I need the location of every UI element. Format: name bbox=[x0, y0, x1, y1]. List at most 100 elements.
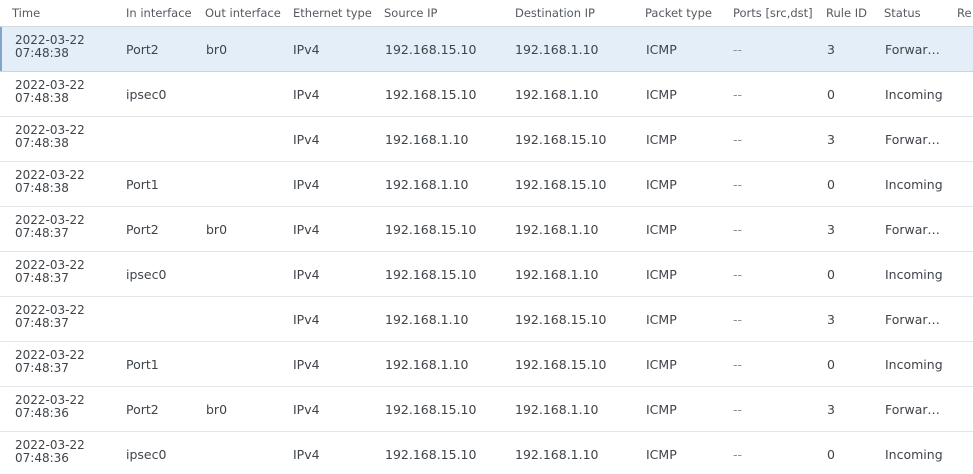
cell-rule-id: 0 bbox=[827, 177, 835, 192]
cell-destination-ip: 192.168.15.10 bbox=[515, 312, 607, 327]
column-header-ethernet-type[interactable]: Ethernet type bbox=[293, 6, 372, 20]
cell-rule-id: 0 bbox=[827, 87, 835, 102]
column-header-destination-ip[interactable]: Destination IP bbox=[515, 6, 595, 20]
column-header-reason[interactable]: Re bbox=[957, 6, 972, 20]
cell-source-ip: 192.168.1.10 bbox=[385, 357, 469, 372]
cell-time: 2022-03-22 07:48:36 bbox=[15, 394, 85, 420]
cell-time: 2022-03-22 07:48:37 bbox=[15, 214, 85, 240]
cell-ethernet-type: IPv4 bbox=[293, 177, 320, 192]
cell-ethernet-type: IPv4 bbox=[293, 312, 320, 327]
cell-ethernet-type: IPv4 bbox=[293, 222, 320, 237]
cell-source-ip: 192.168.1.10 bbox=[385, 132, 469, 147]
cell-rule-id: 3 bbox=[827, 402, 835, 417]
cell-status: Incoming bbox=[885, 87, 943, 102]
cell-time: 2022-03-22 07:48:38 bbox=[15, 34, 85, 60]
cell-in-interface: Port2 bbox=[126, 402, 159, 417]
cell-source-ip: 192.168.15.10 bbox=[385, 87, 477, 102]
table-row[interactable]: 2022-03-22 07:48:38 ipsec0 IPv4 192.168.15.1… bbox=[0, 72, 973, 117]
column-header-out-interface[interactable]: Out interface bbox=[205, 6, 281, 20]
cell-status: Forward... bbox=[885, 312, 945, 327]
cell-source-ip: 192.168.1.10 bbox=[385, 312, 469, 327]
cell-destination-ip: 192.168.1.10 bbox=[515, 447, 599, 462]
cell-time: 2022-03-22 07:48:38 bbox=[15, 79, 85, 105]
cell-ports: -- bbox=[733, 42, 743, 57]
cell-rule-id: 0 bbox=[827, 267, 835, 282]
cell-status: Forward... bbox=[885, 42, 945, 57]
cell-status: Incoming bbox=[885, 267, 943, 282]
cell-ports: -- bbox=[733, 357, 743, 372]
cell-status: Incoming bbox=[885, 447, 943, 462]
cell-out-interface: br0 bbox=[206, 222, 228, 237]
cell-ethernet-type: IPv4 bbox=[293, 267, 320, 282]
table-row[interactable]: 2022-03-22 07:48:37 Port2 br0 IPv4 192.168.15… bbox=[0, 207, 973, 252]
cell-in-interface: ipsec0 bbox=[126, 447, 167, 462]
cell-out-interface: br0 bbox=[206, 402, 228, 417]
cell-destination-ip: 192.168.1.10 bbox=[515, 87, 599, 102]
table-row[interactable]: 2022-03-22 07:48:37 ipsec0 IPv4 192.168.15.1… bbox=[0, 252, 973, 297]
table-row[interactable]: 2022-03-22 07:48:38 IPv4 192.168.1.10 192.16… bbox=[0, 117, 973, 162]
cell-packet-type: ICMP bbox=[646, 447, 677, 462]
cell-rule-id: 3 bbox=[827, 42, 835, 57]
cell-time-clock: 07:48:36 bbox=[15, 451, 69, 465]
table-row[interactable]: 2022-03-22 07:48:38 Port1 IPv4 192.168.1.10 1… bbox=[0, 162, 973, 207]
cell-source-ip: 192.168.1.10 bbox=[385, 177, 469, 192]
cell-time-clock: 07:48:37 bbox=[15, 271, 69, 285]
cell-packet-type: ICMP bbox=[646, 312, 677, 327]
cell-time: 2022-03-22 07:48:38 bbox=[15, 124, 85, 150]
column-header-source-ip[interactable]: Source IP bbox=[384, 6, 437, 20]
cell-ports: -- bbox=[733, 447, 743, 462]
packet-log-table: Time In interface Out interface Ethernet… bbox=[0, 0, 973, 474]
cell-in-interface: Port2 bbox=[126, 222, 159, 237]
cell-in-interface: ipsec0 bbox=[126, 87, 167, 102]
cell-ethernet-type: IPv4 bbox=[293, 402, 320, 417]
cell-ports: -- bbox=[733, 87, 743, 102]
table-row[interactable]: 2022-03-22 07:48:37 Port1 IPv4 192.168.1.10 1… bbox=[0, 342, 973, 387]
cell-rule-id: 3 bbox=[827, 312, 835, 327]
cell-rule-id: 3 bbox=[827, 222, 835, 237]
column-header-packet-type[interactable]: Packet type bbox=[645, 6, 712, 20]
cell-ports: -- bbox=[733, 177, 743, 192]
cell-time-clock: 07:48:38 bbox=[15, 46, 69, 60]
column-header-ports[interactable]: Ports [src,dst] bbox=[733, 6, 813, 20]
cell-destination-ip: 192.168.1.10 bbox=[515, 402, 599, 417]
cell-packet-type: ICMP bbox=[646, 87, 677, 102]
cell-source-ip: 192.168.15.10 bbox=[385, 222, 477, 237]
cell-time: 2022-03-22 07:48:37 bbox=[15, 259, 85, 285]
cell-time-clock: 07:48:37 bbox=[15, 361, 69, 375]
table-row[interactable]: 2022-03-22 07:48:36 ipsec0 IPv4 192.168.15.1… bbox=[0, 432, 973, 474]
cell-ports: -- bbox=[733, 267, 743, 282]
column-header-rule-id[interactable]: Rule ID bbox=[826, 6, 867, 20]
cell-packet-type: ICMP bbox=[646, 177, 677, 192]
cell-packet-type: ICMP bbox=[646, 222, 677, 237]
cell-source-ip: 192.168.15.10 bbox=[385, 447, 477, 462]
cell-status: Forward... bbox=[885, 402, 945, 417]
cell-ethernet-type: IPv4 bbox=[293, 447, 320, 462]
cell-rule-id: 0 bbox=[827, 357, 835, 372]
cell-status: Forward... bbox=[885, 132, 945, 147]
cell-destination-ip: 192.168.1.10 bbox=[515, 42, 599, 57]
cell-time: 2022-03-22 07:48:37 bbox=[15, 349, 85, 375]
table-row[interactable]: 2022-03-22 07:48:37 IPv4 192.168.1.10 192.16… bbox=[0, 297, 973, 342]
table-row[interactable]: 2022-03-22 07:48:38 Port2 br0 IPv4 192.168.15… bbox=[0, 27, 973, 72]
cell-time: 2022-03-22 07:48:38 bbox=[15, 169, 85, 195]
cell-destination-ip: 192.168.15.10 bbox=[515, 132, 607, 147]
column-header-status[interactable]: Status bbox=[884, 6, 921, 20]
column-header-in-interface[interactable]: In interface bbox=[126, 6, 192, 20]
cell-time: 2022-03-22 07:48:36 bbox=[15, 439, 85, 465]
cell-ethernet-type: IPv4 bbox=[293, 87, 320, 102]
table-row[interactable]: 2022-03-22 07:48:36 Port2 br0 IPv4 192.168.15… bbox=[0, 387, 973, 432]
cell-source-ip: 192.168.15.10 bbox=[385, 402, 477, 417]
cell-packet-type: ICMP bbox=[646, 42, 677, 57]
cell-ethernet-type: IPv4 bbox=[293, 42, 320, 57]
cell-rule-id: 0 bbox=[827, 447, 835, 462]
cell-ethernet-type: IPv4 bbox=[293, 132, 320, 147]
cell-rule-id: 3 bbox=[827, 132, 835, 147]
cell-status: Incoming bbox=[885, 357, 943, 372]
cell-time-clock: 07:48:37 bbox=[15, 226, 69, 240]
cell-in-interface: ipsec0 bbox=[126, 267, 167, 282]
cell-time-clock: 07:48:38 bbox=[15, 181, 69, 195]
cell-packet-type: ICMP bbox=[646, 357, 677, 372]
column-header-time[interactable]: Time bbox=[12, 6, 40, 20]
cell-destination-ip: 192.168.15.10 bbox=[515, 177, 607, 192]
cell-status: Incoming bbox=[885, 177, 943, 192]
